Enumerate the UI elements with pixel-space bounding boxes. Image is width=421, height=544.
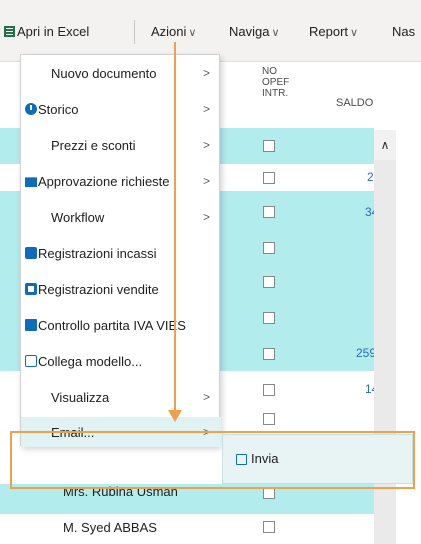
menu-item-prezzi-e-sconti[interactable]: Prezzi e sconti > [21, 127, 221, 163]
approval-icon [25, 177, 37, 187]
chevron-down-icon: ∨ [188, 27, 197, 39]
row-checkbox[interactable] [263, 276, 275, 288]
report-menu-button[interactable]: Report ∨ [309, 22, 358, 42]
open-in-excel-button[interactable]: Apri in Excel [4, 22, 89, 42]
vat-check-icon [25, 319, 37, 331]
chevron-right-icon: > [203, 390, 211, 404]
row-checkbox[interactable] [263, 413, 275, 425]
row-checkbox[interactable] [263, 521, 275, 533]
column-header-no-oper-intra[interactable]: NO OPEF INTR. [262, 66, 289, 99]
chevron-right-icon: > [203, 210, 211, 224]
menu-item-visualizza[interactable]: Visualizza > [21, 379, 221, 415]
payments-journal-icon [25, 247, 37, 259]
row-checkbox[interactable] [263, 140, 275, 152]
row-checkbox[interactable] [263, 384, 275, 396]
naviga-menu-button[interactable]: Naviga ∨ [229, 22, 280, 42]
template-link-icon [25, 355, 37, 367]
chevron-down-icon: ∨ [271, 27, 280, 39]
chevron-right-icon: > [203, 174, 211, 188]
row-checkbox[interactable] [263, 172, 275, 184]
menu-item-storico[interactable]: Storico > [21, 91, 221, 127]
excel-icon [4, 26, 15, 37]
menu-item-controllo-partita-iva-vies[interactable]: Controllo partita IVA VIES [21, 307, 221, 343]
chevron-right-icon: > [203, 102, 211, 116]
sales-journal-icon [25, 283, 37, 295]
menu-item-registrazioni-vendite[interactable]: Registrazioni vendite [21, 271, 221, 307]
scroll-up-button[interactable]: ∧ [374, 130, 396, 160]
menu-item-registrazioni-incassi[interactable]: Registrazioni incassi [21, 235, 221, 271]
row-checkbox[interactable] [263, 312, 275, 324]
annotation-arrow-line [174, 42, 176, 416]
menu-item-collega-modello[interactable]: Collega modello... [21, 343, 221, 379]
history-icon [25, 103, 37, 115]
table-row[interactable] [0, 514, 374, 544]
action-bar: Apri in Excel Azioni ∨ Naviga ∨ Report ∨ Na… [0, 0, 421, 62]
row-checkbox[interactable] [263, 206, 275, 218]
annotation-highlight-box [10, 431, 415, 489]
saldo-cell[interactable]: 2 [367, 170, 374, 184]
azioni-menu-button[interactable]: Azioni ∨ [151, 22, 196, 42]
menu-item-approvazione-richieste[interactable]: Approvazione richieste > [21, 163, 221, 199]
customer-name-cell[interactable]: M. Syed ABBAS [63, 520, 157, 535]
menu-item-nuovo-documento[interactable]: Nuovo documento > [21, 55, 221, 91]
chevron-right-icon: > [203, 66, 211, 80]
row-checkbox[interactable] [263, 348, 275, 360]
toolbar-divider [134, 20, 135, 44]
nascondi-button[interactable]: Nas [392, 22, 415, 42]
row-checkbox[interactable] [263, 242, 275, 254]
azioni-dropdown-menu: Nuovo documento > Storico > Prezzi e sco… [20, 54, 221, 447]
chevron-down-icon: ∨ [350, 27, 359, 39]
chevron-right-icon: > [203, 138, 211, 152]
column-header-saldo[interactable]: SALDO [336, 97, 373, 109]
annotation-arrow-head [168, 410, 182, 422]
menu-item-workflow[interactable]: Workflow > [21, 199, 221, 235]
